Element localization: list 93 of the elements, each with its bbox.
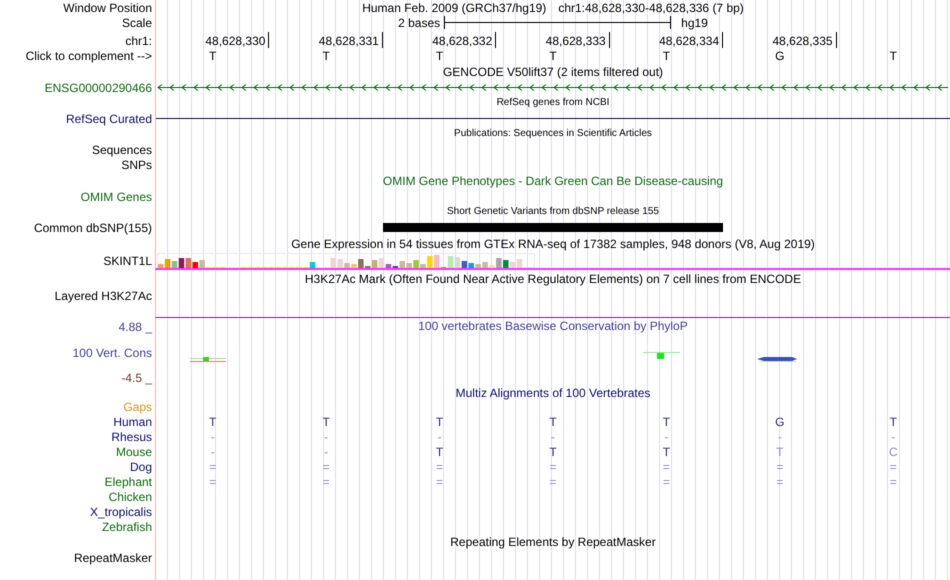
- ruler-position: 48,628,332: [432, 32, 496, 48]
- ruler-position: 48,628,335: [772, 32, 837, 48]
- track-label[interactable]: Sequences: [92, 144, 152, 156]
- alignment-base: =: [890, 460, 897, 472]
- species-label[interactable]: Dog: [130, 460, 152, 472]
- base-letter[interactable]: T: [549, 50, 557, 62]
- scale-length: 2 bases: [398, 16, 440, 28]
- alignment-base: =: [776, 460, 784, 472]
- alignment-base: -: [210, 446, 215, 458]
- row-label[interactable]: chr1:: [125, 35, 152, 47]
- base-letter[interactable]: T: [322, 50, 330, 62]
- alignment-base: =: [322, 476, 330, 488]
- alignment-base: -: [324, 430, 328, 442]
- gene-line[interactable]: [156, 118, 950, 119]
- variant-bar[interactable]: [610, 223, 724, 232]
- alignment-base: =: [549, 476, 556, 488]
- alignment-base: -: [438, 430, 442, 442]
- row-label[interactable]: Window Position: [63, 2, 152, 14]
- alignment-base: =: [662, 476, 670, 488]
- track-title: OMIM Gene Phenotypes - Dark Green Can Be Disease-causing: [382, 175, 724, 187]
- track-title: Multiz Alignments of 100 Vertebrates: [456, 386, 650, 398]
- complement-link[interactable]: Click to complement -->: [26, 50, 152, 62]
- alignment-base: -: [324, 446, 328, 458]
- alignment-base: T: [662, 416, 670, 428]
- track-title: GENCODE V50lift37 (2 items filtered out): [442, 66, 664, 78]
- ruler-position: 48,628,330: [205, 32, 270, 48]
- track-label[interactable]: OMIM Genes: [80, 190, 152, 202]
- row-label[interactable]: Scale: [122, 16, 152, 28]
- alignment-base: T: [436, 446, 444, 458]
- track-title: RefSeq genes from NCBI: [496, 98, 610, 108]
- conservation-mark: [190, 357, 226, 362]
- assembly-text: Human Feb. 2009 (GRCh37/hg19): [362, 2, 546, 14]
- alignment-base: T: [890, 416, 897, 428]
- alignment-base: T: [662, 446, 670, 458]
- variant-bar[interactable]: [382, 223, 496, 232]
- alignment-base: =: [436, 476, 444, 488]
- species-label[interactable]: Mouse: [116, 446, 152, 458]
- alignment-base: -: [891, 430, 896, 442]
- track-label[interactable]: SNPs: [121, 159, 152, 171]
- conservation-mark: [643, 352, 680, 359]
- track-title: Gene Expression in 54 tissues from GTEx RNA-seq of 17382 samples, 948 donors (V8, Aug 2019): [291, 238, 815, 250]
- alignment-base: =: [776, 476, 784, 488]
- alignment-base: =: [209, 476, 216, 488]
- track-label[interactable]: SKINT1L: [103, 255, 152, 267]
- alignment-base: G: [775, 416, 785, 428]
- species-label[interactable]: Zebrafish: [102, 520, 152, 532]
- scale-assembly: hg19: [681, 16, 708, 28]
- ruler-position: 48,628,333: [546, 32, 610, 48]
- track-title: Publications: Sequences in Scientific Articles: [454, 129, 652, 139]
- alignment-base: =: [890, 476, 897, 488]
- alignment-base: T: [322, 416, 330, 428]
- track-label[interactable]: 100 Vert. Cons: [72, 346, 152, 358]
- track-title: Short Genetic Variants from dbSNP release 155: [447, 207, 659, 217]
- track-label[interactable]: ENSG00000290466: [44, 82, 152, 94]
- species-label[interactable]: Elephant: [104, 476, 152, 488]
- alignment-base: T: [436, 416, 444, 428]
- alignment-base: -: [664, 430, 668, 442]
- alignment-base: T: [776, 446, 784, 458]
- track-label[interactable]: Layered H3K27Ac: [54, 290, 152, 302]
- track-title: H3K27Ac Mark (Often Found Near Active Regulatory Elements) on 7 cell lines from ENCODE: [304, 273, 802, 285]
- species-label[interactable]: Human: [113, 416, 152, 428]
- ruler-position: 48,628,331: [318, 32, 383, 48]
- base-letter[interactable]: T: [436, 50, 444, 62]
- species-label[interactable]: Chicken: [108, 490, 152, 502]
- conservation-mark: [757, 357, 797, 362]
- base-letter[interactable]: G: [775, 50, 785, 62]
- track-label[interactable]: RepeatMasker: [74, 552, 152, 564]
- track-title: Repeating Elements by RepeatMasker: [450, 536, 656, 548]
- axis-max-label: 4.88 _: [118, 321, 152, 333]
- track-title: 100 vertebrates Basewise Conservation by PhyloP: [418, 320, 688, 332]
- alignment-base: =: [662, 460, 670, 472]
- axis-min-label: -4.5 _: [121, 372, 152, 384]
- species-label[interactable]: Rhesus: [111, 430, 152, 442]
- alignment-base: =: [209, 460, 216, 472]
- alignment-base: T: [209, 416, 216, 428]
- alignment-base: -: [778, 430, 782, 442]
- base-letter[interactable]: T: [209, 50, 216, 62]
- alignment-base: -: [210, 430, 215, 442]
- position-range: chr1:48,628,330-48,628,336 (7 bp): [558, 2, 744, 14]
- species-label[interactable]: X_tropicalis: [90, 506, 152, 518]
- alignment-base: -: [550, 430, 555, 442]
- expression-bar-drawing[interactable]: [157, 252, 535, 268]
- alignment-base: T: [549, 416, 557, 428]
- alignment-base: =: [549, 460, 556, 472]
- base-letter[interactable]: T: [890, 50, 897, 62]
- track-label[interactable]: RefSeq Curated: [66, 112, 152, 124]
- alignment-base: =: [322, 460, 330, 472]
- base-letter[interactable]: T: [662, 50, 670, 62]
- alignment-base: =: [436, 460, 444, 472]
- alignment-base: C: [888, 446, 898, 458]
- ruler-position: 48,628,334: [659, 32, 724, 48]
- track-label[interactable]: Common dbSNP(155): [34, 222, 152, 234]
- alignment-base: T: [549, 446, 557, 458]
